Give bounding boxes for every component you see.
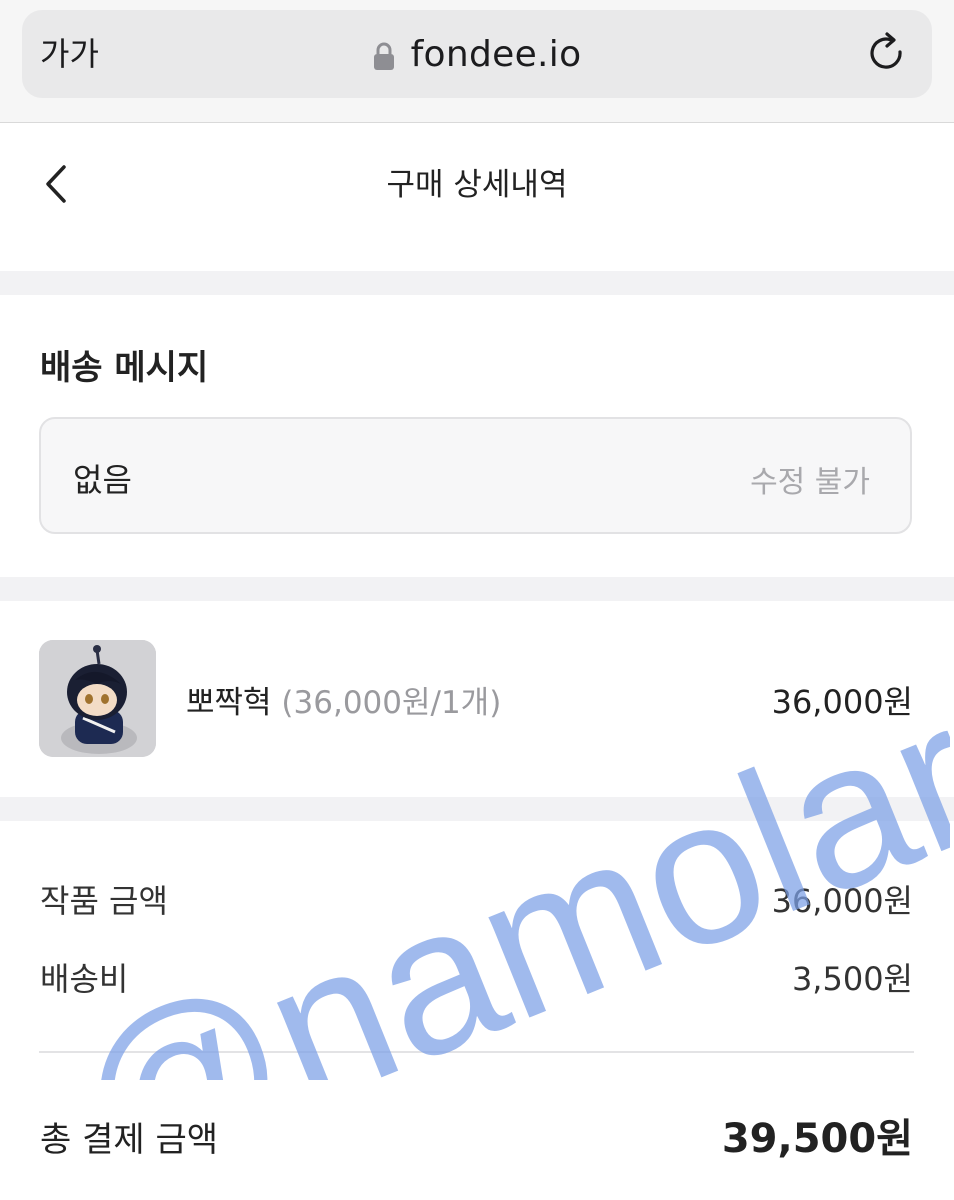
- product-price: 36,000원: [771, 683, 913, 721]
- delivery-message-value: 없음: [73, 461, 132, 499]
- total-payment-value: 39,500원: [721, 1116, 913, 1162]
- address-bar[interactable]: 가가 fondee.io: [22, 10, 932, 98]
- shipping-fee-label: 배송비: [40, 960, 129, 998]
- product-name: 뽀짝혁: [186, 685, 272, 721]
- delivery-message-box: 없음 수정 불가: [39, 417, 912, 534]
- plush-doll-image: [39, 640, 156, 757]
- page-header: 구매 상세내역: [0, 123, 954, 271]
- product-name-line: 뽀짝혁 (36,000원/1개): [186, 677, 501, 722]
- url-text: fondee.io: [410, 33, 582, 75]
- edit-unavailable-note: 수정 불가: [750, 465, 870, 500]
- section-divider: [0, 577, 954, 601]
- lock-icon: [373, 42, 394, 70]
- page-title: 구매 상세내역: [386, 167, 568, 203]
- product-thumbnail[interactable]: [39, 640, 156, 757]
- reload-icon[interactable]: [864, 30, 910, 76]
- total-payment-label: 총 결제 금액: [40, 1120, 219, 1160]
- product-unit-info: (36,000원/1개): [281, 685, 502, 721]
- items-amount-value: 36,000원: [771, 882, 913, 920]
- browser-toolbar: 가가 fondee.io: [0, 0, 954, 123]
- summary-divider: [39, 1051, 914, 1053]
- items-amount-label: 작품 금액: [40, 882, 168, 920]
- section-divider: [0, 271, 954, 295]
- delivery-message-title: 배송 메시지: [40, 348, 209, 388]
- section-divider: [0, 797, 954, 821]
- page: 가가 fondee.io 구매 상세내역 배송 메시지 없음 수정 불가 뽀짝혁…: [0, 0, 954, 1200]
- shipping-fee-value: 3,500원: [791, 960, 913, 998]
- url-display[interactable]: fondee.io: [22, 10, 932, 98]
